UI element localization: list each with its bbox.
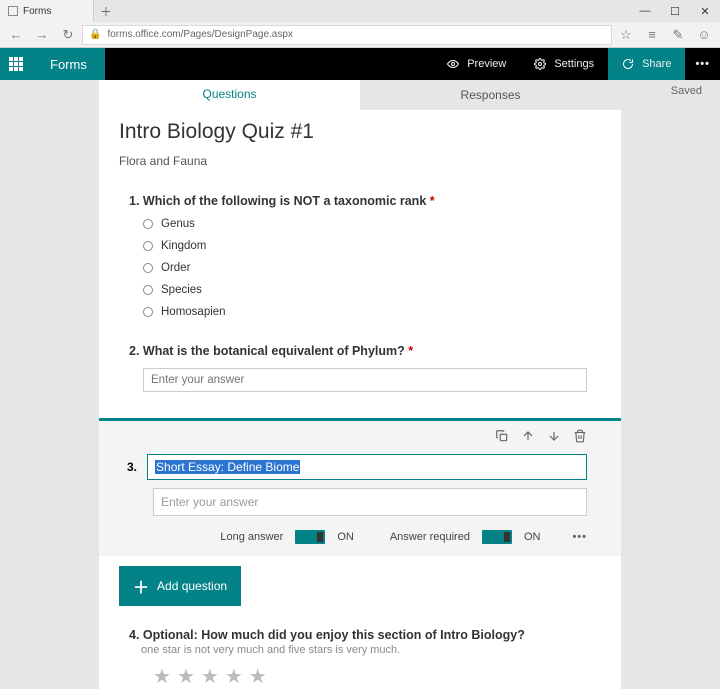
window-controls: — ☐ ✕ [630,0,720,22]
form-description[interactable]: Flora and Fauna [119,154,601,168]
add-question-button[interactable]: ＋ Add question [119,566,241,606]
answer-placeholder-box[interactable]: Enter your answer [153,488,587,516]
option[interactable]: Homosapien [143,306,601,318]
tab-questions[interactable]: Questions [99,80,360,110]
radio-icon [143,219,153,229]
more-button[interactable]: ••• [685,48,720,80]
star-icon[interactable]: ★ [249,664,267,689]
url-input[interactable]: 🔒 forms.office.com/Pages/DesignPage.aspx [82,25,612,45]
window-close-button[interactable]: ✕ [690,0,720,22]
url-text: forms.office.com/Pages/DesignPage.aspx [107,29,292,40]
save-status: Saved [671,85,702,97]
radio-icon [143,263,153,273]
tab-favicon [8,6,18,16]
star-icon[interactable]: ★ [225,664,243,689]
tab-title: Forms [23,6,51,17]
answer-input[interactable] [143,368,587,392]
long-answer-state: ON [337,531,354,543]
required-mark: * [408,344,413,358]
question-4[interactable]: 4. Optional: How much did you enjoy this… [119,628,601,689]
answer-required-label: Answer required [390,531,470,543]
option[interactable]: Order [143,262,601,274]
app-launcher-button[interactable] [0,48,32,80]
plus-icon: ＋ [133,574,149,598]
question-options: Genus Kingdom Order Species Homosapien [129,218,601,318]
waffle-icon [9,57,23,71]
share-label: Share [642,58,671,70]
app-header: Forms Preview Settings Share ••• [0,48,720,80]
page-body: Saved Questions Responses Intro Biology … [0,80,720,689]
question-number: 3. [127,460,137,474]
share-button[interactable]: Share [608,48,685,80]
settings-button[interactable]: Settings [520,48,608,80]
question-text: 4. Optional: How much did you enjoy this… [129,628,601,642]
reading-list-icon[interactable]: ≡ [640,23,664,47]
answer-required-toggle[interactable] [482,530,512,544]
bookmarks-star-icon[interactable]: ☆ [614,23,638,47]
app-brand: Forms [32,48,105,80]
notes-icon[interactable]: ✎ [666,23,690,47]
settings-label: Settings [554,58,594,70]
preview-label: Preview [467,58,506,70]
form-title[interactable]: Intro Biology Quiz #1 [119,120,601,144]
question-2[interactable]: 2. What is the botanical equivalent of P… [119,344,601,392]
arrow-up-icon [521,429,535,443]
delete-question-button[interactable] [573,429,587,446]
new-tab-button[interactable]: ＋ [94,0,118,22]
radio-icon [143,307,153,317]
share-icon [622,58,634,70]
question-text: 1. Which of the following is NOT a taxon… [129,194,601,208]
form-tabs: Questions Responses [99,80,621,110]
radio-icon [143,241,153,251]
browser-tab[interactable]: Forms [0,0,94,22]
radio-icon [143,285,153,295]
tab-responses[interactable]: Responses [360,80,621,110]
browser-address-bar: ← → ↻ 🔒 forms.office.com/Pages/DesignPag… [0,22,720,48]
required-mark: * [430,194,435,208]
window-maximize-button[interactable]: ☐ [660,0,690,22]
long-answer-toggle[interactable] [295,530,325,544]
question-3-editing: 3. Short Essay: Define Biome Enter your … [99,418,621,556]
form-card: Intro Biology Quiz #1 Flora and Fauna 1.… [99,110,621,689]
lock-icon: 🔒 [89,29,101,40]
preview-button[interactable]: Preview [433,48,520,80]
back-button[interactable]: ← [4,23,28,47]
star-icon[interactable]: ★ [201,664,219,689]
option[interactable]: Species [143,284,601,296]
question-text: 2. What is the botanical equivalent of P… [129,344,601,358]
move-down-button[interactable] [547,429,561,446]
question-1[interactable]: 1. Which of the following is NOT a taxon… [119,194,601,318]
rating-stars: ★ ★ ★ ★ ★ [129,664,601,689]
gear-icon [534,58,546,70]
browser-titlebar: Forms ＋ — ☐ ✕ [0,0,720,22]
option[interactable]: Genus [143,218,601,230]
question-title-input[interactable]: Short Essay: Define Biome [147,454,587,480]
option[interactable]: Kingdom [143,240,601,252]
copy-question-button[interactable] [495,429,509,446]
question-more-button[interactable]: ••• [572,531,587,543]
forward-button[interactable]: → [30,23,54,47]
add-question-label: Add question [157,579,227,593]
copy-icon [495,429,509,443]
notifications-icon[interactable]: ☺ [692,23,716,47]
question-edit-toolbar [127,429,587,446]
trash-icon [573,429,587,443]
move-up-button[interactable] [521,429,535,446]
eye-icon [447,58,459,70]
refresh-button[interactable]: ↻ [56,23,80,47]
star-icon[interactable]: ★ [177,664,195,689]
question-title-text: Short Essay: Define Biome [155,460,300,474]
answer-required-state: ON [524,531,541,543]
arrow-down-icon [547,429,561,443]
long-answer-label: Long answer [220,531,283,543]
window-minimize-button[interactable]: — [630,0,660,22]
question-subtitle: one star is not very much and five stars… [129,644,601,656]
question-settings-row: Long answer ON Answer required ON ••• [127,530,587,544]
star-icon[interactable]: ★ [153,664,171,689]
